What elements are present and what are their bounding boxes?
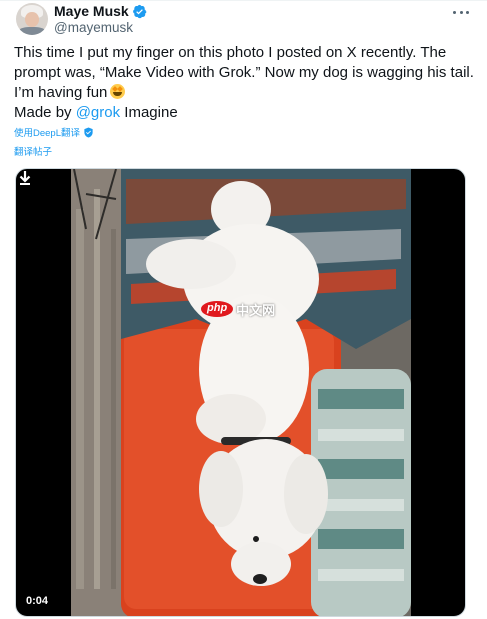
made-by-line: Made by @grok Imagine [14,103,474,123]
shield-icon [84,126,93,138]
translate-post-link[interactable]: 翻译帖子 [14,144,52,158]
tweet-header: Maye Musk @mayemusk [14,0,474,40]
handle[interactable]: @mayemusk [54,20,133,35]
avatar[interactable] [16,3,48,35]
display-name[interactable]: Maye Musk [54,3,129,19]
video-frame [71,169,411,616]
made-by-suffix: Imagine [120,104,178,121]
name-row: Maye Musk [54,3,147,19]
download-icon[interactable] [16,169,34,187]
watermark: php 中文网 [201,300,275,318]
verified-badge-icon [132,4,147,18]
tweet-text: This time I put my finger on this photo … [14,44,474,101]
deepl-translate-label[interactable]: 使用DeepL翻译 [14,125,80,139]
tweet-text-paragraph: This time I put my finger on this photo … [14,43,474,103]
deepl-translate-link[interactable]: 使用DeepL翻译 [14,125,94,139]
video-player[interactable]: php 中文网 0:04 [15,168,466,617]
watermark-logo: php [201,301,234,317]
more-options-icon[interactable] [450,4,472,20]
grok-mention-link[interactable]: @grok [76,104,120,121]
made-by-prefix: Made by [14,104,76,121]
video-timestamp: 0:04 [26,595,49,607]
tweet-body: This time I put my finger on this photo … [14,43,474,123]
star-struck-emoji-icon [110,84,126,99]
watermark-text: 中文网 [236,302,276,318]
